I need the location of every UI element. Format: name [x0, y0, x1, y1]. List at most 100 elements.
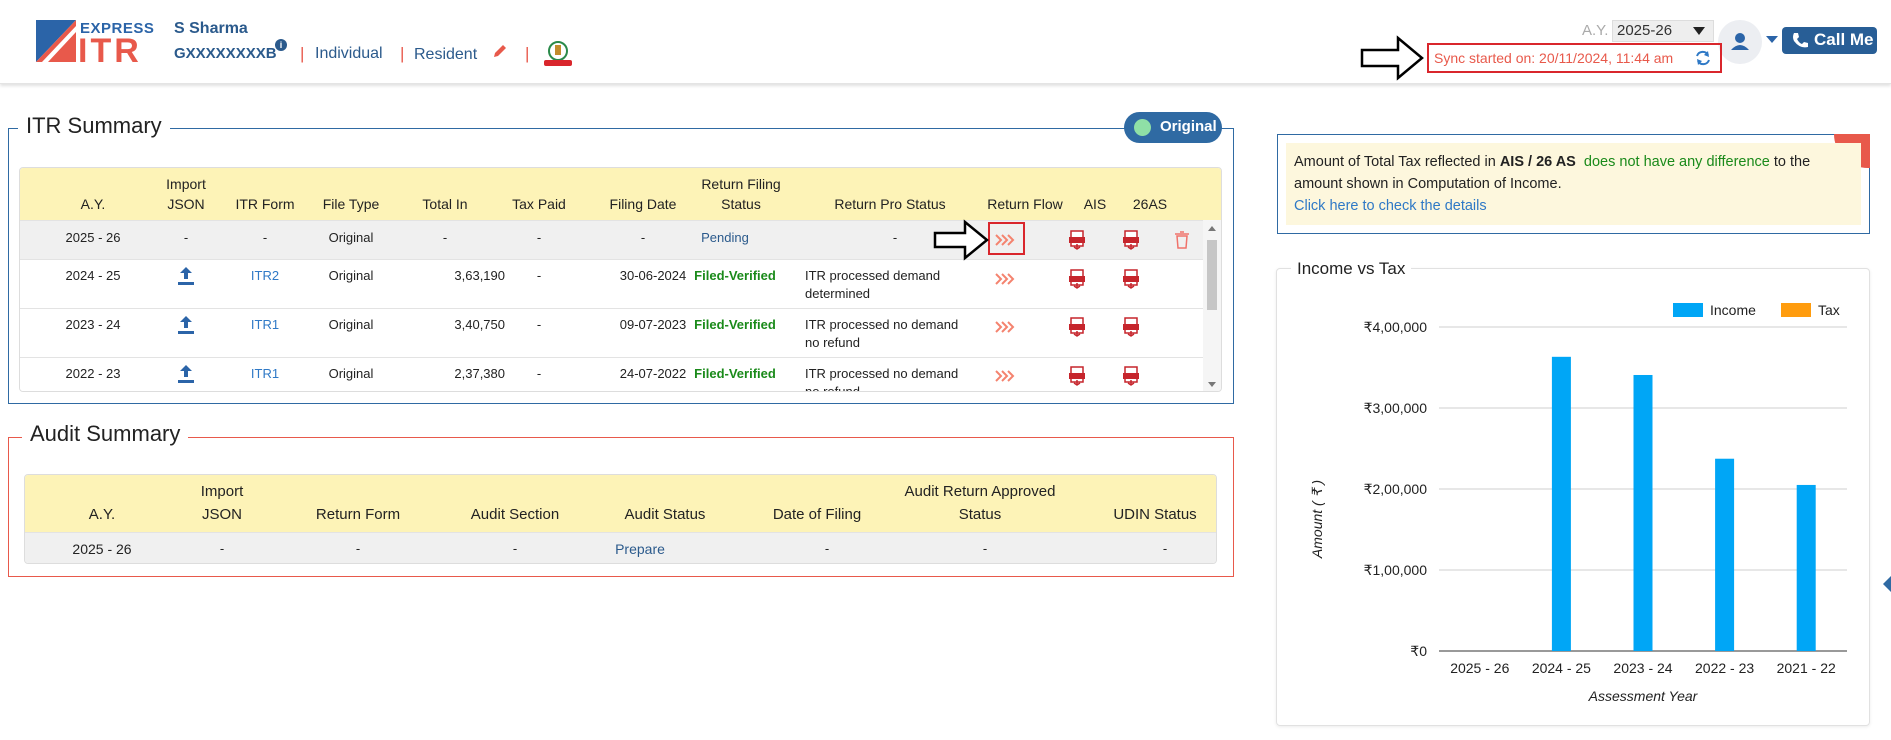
- scroll-thumb[interactable]: [1207, 240, 1217, 310]
- bar-income: [1551, 356, 1571, 651]
- return-flow-icon[interactable]: [995, 369, 1017, 383]
- status-filed-verified[interactable]: Filed-Verified: [680, 317, 790, 332]
- chevron-down-icon: [1693, 27, 1705, 35]
- scroll-down-icon[interactable]: [1208, 382, 1216, 387]
- audit-col-audit-status: Audit Status: [624, 506, 706, 523]
- top-header: EXPRESS ITR S Sharma GXXXXXXXXB i | Indi…: [0, 0, 1891, 84]
- audit-col-return-form: Return Form: [315, 506, 401, 523]
- x-axis-label: Assessment Year: [1588, 688, 1699, 704]
- table-scrollbar[interactable]: [1203, 220, 1221, 391]
- edit-pencil-icon[interactable]: [492, 43, 508, 64]
- col-return-filing-status-l2: Status: [721, 196, 761, 212]
- bar-income: [1633, 374, 1653, 651]
- avatar[interactable]: [1718, 20, 1762, 64]
- col-tax-paid: Tax Paid: [512, 196, 566, 212]
- income-tax-emblem-icon: [544, 41, 572, 66]
- itr-summary-table: A.Y. Import JSON ITR Form File Type Tota…: [19, 167, 1222, 392]
- col-ais: AIS: [1083, 196, 1107, 212]
- return-flow-icon[interactable]: [995, 272, 1017, 286]
- ay-select-value: 2025-26: [1617, 22, 1673, 39]
- itr-form-link[interactable]: ITR2: [220, 268, 310, 283]
- scroll-up-icon[interactable]: [1208, 226, 1216, 231]
- col-import-json-l2: JSON: [167, 196, 205, 212]
- y-tick-label: ₹4,00,000: [1364, 319, 1428, 335]
- ais-pdf-icon[interactable]: [1068, 269, 1086, 289]
- user-menu-caret-icon[interactable]: [1766, 36, 1778, 43]
- cell-total-in: 2,37,380: [454, 366, 505, 381]
- tax-note-text-1: Amount of Total Tax reflected in: [1294, 154, 1500, 170]
- audit-table-row[interactable]: 2025 - 26 - - - Prepare - - -: [25, 532, 1216, 563]
- status-filed-verified[interactable]: Filed-Verified: [680, 268, 790, 283]
- audit-cell-approved: -: [982, 541, 988, 556]
- y-tick-label: ₹2,00,000: [1364, 481, 1428, 497]
- separator: |: [400, 44, 405, 63]
- ais-pdf-icon[interactable]: [1068, 230, 1086, 250]
- side-panel-toggle-icon[interactable]: [1883, 576, 1891, 592]
- audit-cell-audit-section: -: [512, 541, 518, 556]
- audit-col-approved-l1: Audit Return Approved: [904, 483, 1056, 500]
- 26as-pdf-icon[interactable]: [1122, 317, 1140, 337]
- audit-cell-udin: -: [1162, 541, 1168, 556]
- annotation-arrow-icon: [1360, 35, 1424, 81]
- upload-icon[interactable]: [173, 314, 199, 339]
- original-badge[interactable]: Original: [1124, 112, 1222, 143]
- itr-table-header: A.Y. Import JSON ITR Form File Type Tota…: [20, 168, 1221, 220]
- status-filed-verified[interactable]: Filed-Verified: [680, 366, 790, 381]
- 26as-pdf-icon[interactable]: [1122, 269, 1140, 289]
- col-import-json-l1: Import: [166, 176, 206, 192]
- express-itr-logo[interactable]: EXPRESS ITR: [36, 18, 154, 68]
- col-filing-date: Filing Date: [609, 196, 677, 212]
- cell-file-type: Original: [328, 230, 374, 245]
- pan-info-icon[interactable]: i: [275, 39, 287, 51]
- cell-ay: 2022 - 23: [65, 366, 121, 381]
- user-type: Individual: [315, 45, 383, 62]
- 26as-pdf-icon[interactable]: [1122, 230, 1140, 250]
- itr-form-link[interactable]: ITR1: [220, 317, 310, 332]
- bar-income: [1796, 484, 1816, 651]
- upload-icon[interactable]: [173, 363, 199, 388]
- y-tick-label: ₹1,00,000: [1364, 562, 1428, 578]
- bar-income: [1715, 458, 1735, 651]
- col-ay: A.Y.: [80, 196, 106, 212]
- row-action-icons: [992, 228, 1222, 392]
- user-pan: GXXXXXXXXB: [174, 45, 277, 62]
- user-icon: [1731, 33, 1749, 50]
- original-badge-icon: [1134, 119, 1151, 136]
- itr-summary-title: ITR Summary: [18, 113, 170, 139]
- col-file-type: File Type: [322, 196, 380, 212]
- legend-swatch: [1781, 303, 1811, 317]
- cell-pro-status-l1: ITR processed no demand: [805, 366, 959, 381]
- audit-cell-import: -: [219, 541, 225, 556]
- call-me-button[interactable]: Call Me: [1782, 27, 1877, 54]
- return-flow-icon[interactable]: [995, 320, 1017, 334]
- cell-file-type: Original: [328, 366, 374, 381]
- income-vs-tax-chart: ₹0 ₹1,00,000 ₹2,00,000 ₹3,00,000 ₹4,00,000 20…: [1309, 302, 1847, 704]
- audit-col-import-l1: Import: [200, 483, 244, 500]
- audit-summary-table: A.Y. Import JSON Return Form Audit Secti…: [24, 474, 1217, 564]
- legend-label: Tax: [1818, 302, 1840, 318]
- audit-col-date-of-filing: Date of Filing: [772, 506, 862, 523]
- 26as-pdf-icon[interactable]: [1122, 366, 1140, 386]
- upload-icon[interactable]: [173, 265, 199, 290]
- audit-prepare-link[interactable]: Prepare: [580, 541, 700, 557]
- cell-pro-status-l2: no refund: [805, 384, 860, 392]
- tax-note-body: Amount of Total Tax reflected in AIS / 2…: [1286, 143, 1861, 225]
- ais-pdf-icon[interactable]: [1068, 366, 1086, 386]
- col-itr-form: ITR Form: [235, 196, 295, 212]
- tax-note-bold: AIS / 26 AS: [1499, 154, 1576, 170]
- check-details-link[interactable]: Click here to check the details: [1294, 198, 1487, 214]
- cell-total-in: 3,63,190: [454, 268, 505, 283]
- x-tick-label: 2024 - 25: [1532, 660, 1591, 676]
- cell-itr-form: -: [262, 230, 268, 245]
- delete-icon[interactable]: [1174, 231, 1190, 249]
- sync-status-text: Sync started on: 20/11/2024, 11:44 am: [1434, 50, 1674, 66]
- cell-total-in: 3,40,750: [454, 317, 505, 332]
- ay-select[interactable]: 2025-26: [1612, 20, 1714, 42]
- itr-form-link[interactable]: ITR1: [220, 366, 310, 381]
- sync-refresh-icon[interactable]: [1694, 49, 1712, 67]
- phone-icon: [1793, 33, 1808, 48]
- ais-pdf-icon[interactable]: [1068, 317, 1086, 337]
- col-return-flow: Return Flow: [987, 196, 1063, 212]
- status-pending-link[interactable]: Pending: [670, 230, 780, 245]
- cell-total-in: -: [442, 230, 448, 245]
